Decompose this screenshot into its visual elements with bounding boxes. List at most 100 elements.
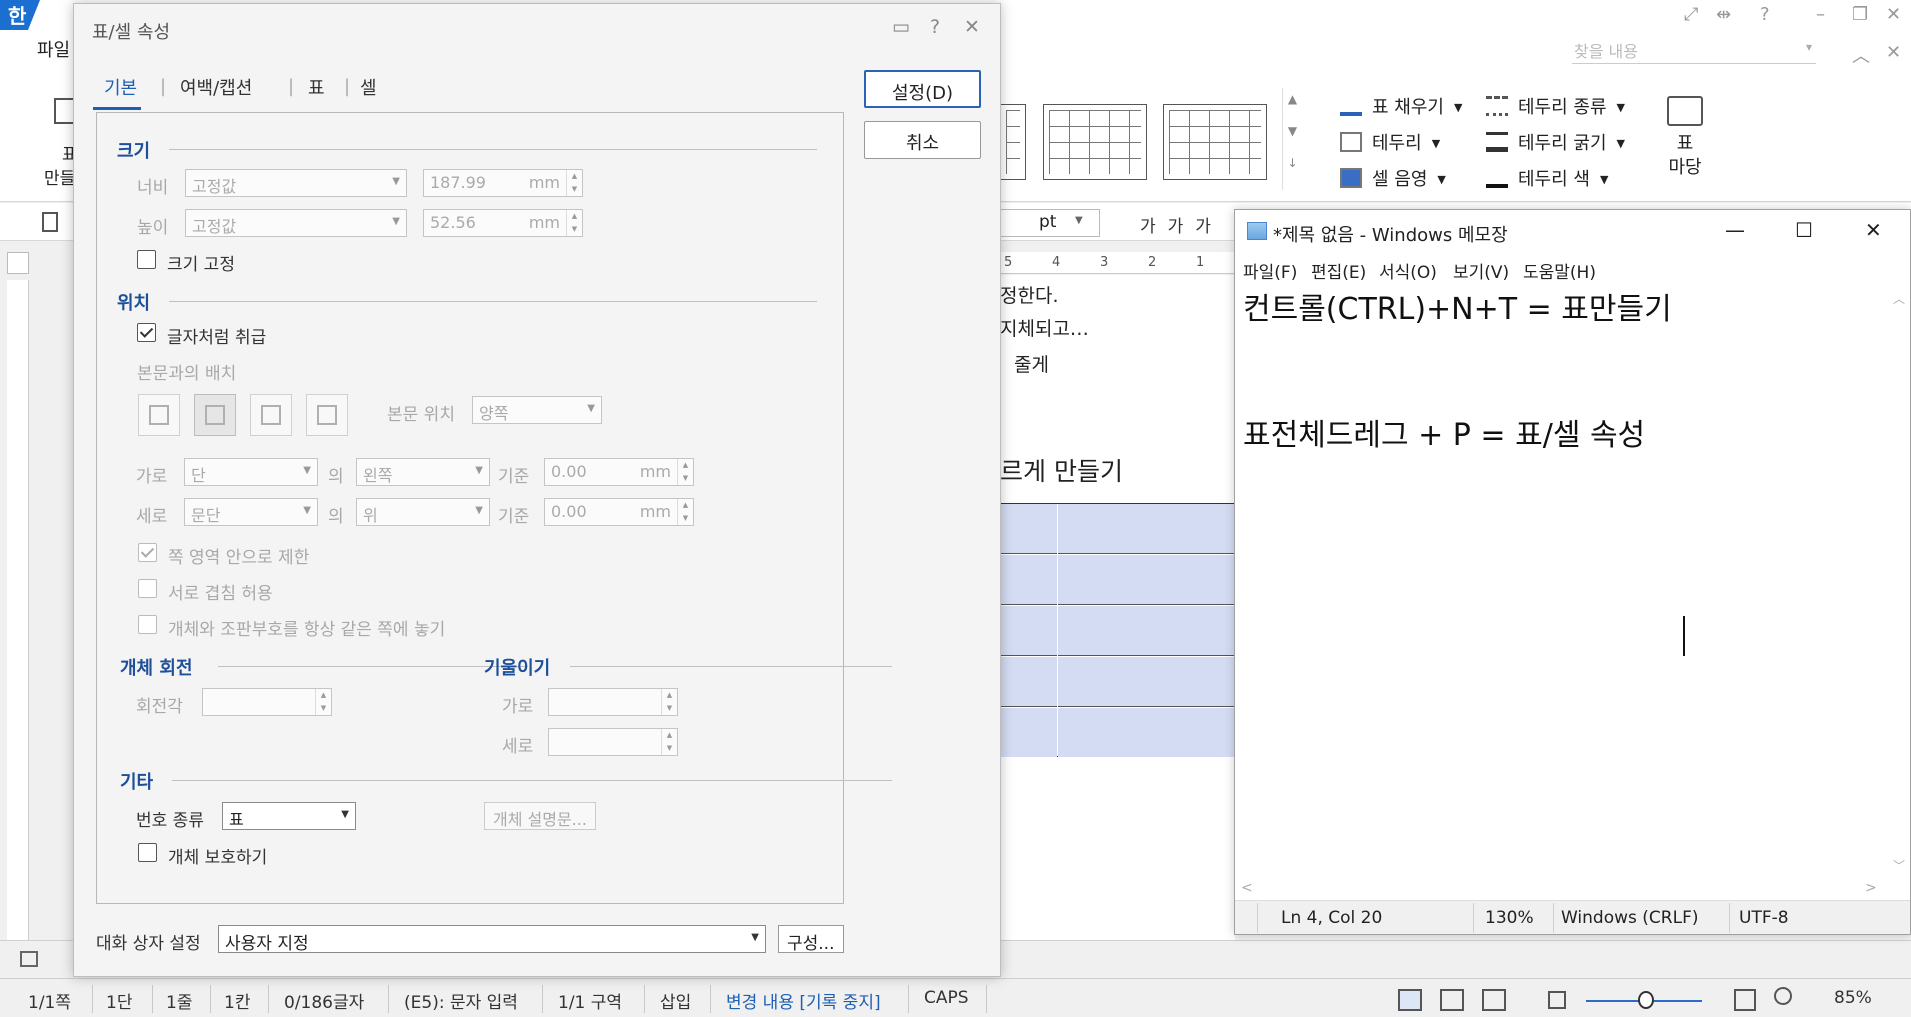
- same-page-checkbox[interactable]: [138, 615, 157, 634]
- scroll-right-icon[interactable]: >: [1865, 880, 1877, 896]
- vertical-base-label: 기준: [498, 507, 530, 527]
- close-icon[interactable]: ✕: [1886, 4, 1901, 25]
- doc-table[interactable]: [1000, 503, 1235, 757]
- ruler-corner[interactable]: [7, 252, 29, 274]
- maximize-icon[interactable]: ☐: [1795, 218, 1813, 242]
- comment-icon[interactable]: ▭: [892, 16, 910, 38]
- restore-icon[interactable]: ❐: [1852, 4, 1868, 25]
- height-value-input[interactable]: 52.56 mm ▲ ▼: [423, 209, 583, 237]
- scroll-left-icon[interactable]: <: [1241, 880, 1253, 896]
- limit-page-checkbox[interactable]: [138, 543, 157, 562]
- tab-margin-caption[interactable]: 여백/캡션: [180, 74, 252, 100]
- fill-table-button[interactable]: 표 채우기 ▼: [1340, 93, 1462, 119]
- new-document-icon[interactable]: [42, 212, 58, 232]
- help-icon[interactable]: ?: [1760, 4, 1770, 25]
- wrap-behind-button[interactable]: [250, 394, 292, 436]
- border-width-button[interactable]: 테두리 굵기 ▼: [1486, 129, 1625, 155]
- lock-size-checkbox[interactable]: [137, 250, 156, 269]
- notepad-text-area[interactable]: 컨트롤(CTRL)+N+T = 표만들기 표전체드레그 + P = 표/셀 속성: [1235, 284, 1888, 878]
- zoom-slider-thumb[interactable]: [1638, 991, 1654, 1009]
- fullscreen-icon[interactable]: ⤢: [1684, 4, 1698, 25]
- status-zoom[interactable]: 85%: [1834, 988, 1872, 1008]
- scroll-up-icon[interactable]: ︿: [1888, 290, 1910, 307]
- menu-help[interactable]: 도움말(H): [1523, 258, 1596, 283]
- ok-button[interactable]: 설정(D): [864, 70, 981, 108]
- wrap-front-button[interactable]: [306, 394, 348, 436]
- tab-cell[interactable]: 셀: [360, 74, 377, 100]
- view-normal-icon[interactable]: [1398, 989, 1422, 1011]
- height-mode-select[interactable]: 고정값 ▼: [185, 209, 407, 237]
- border-width-icon: [1486, 132, 1508, 152]
- comment-icon[interactable]: [20, 951, 38, 967]
- object-description-button[interactable]: 개체 설명문...: [484, 802, 596, 830]
- minimize-icon[interactable]: –: [1816, 4, 1825, 25]
- find-input[interactable]: 찾을 내용 ▾: [1572, 38, 1816, 64]
- scroll-up-icon[interactable]: ▲: [1283, 92, 1302, 106]
- tab-table[interactable]: 표: [308, 74, 325, 100]
- border-type-button[interactable]: 테두리 종류 ▼: [1486, 93, 1625, 119]
- close-icon[interactable]: ✕: [964, 16, 980, 38]
- status-insert[interactable]: 삽입: [660, 988, 691, 1013]
- view-page-icon[interactable]: [1482, 989, 1506, 1011]
- width-mode-select[interactable]: 고정값 ▼: [185, 169, 407, 197]
- scroll-down-icon[interactable]: ▼: [1283, 124, 1302, 138]
- treat-as-char-checkbox[interactable]: [137, 323, 156, 342]
- expand-icon[interactable]: ↓: [1283, 156, 1302, 170]
- chevron-down-icon: ▼: [341, 809, 349, 820]
- width-value-input[interactable]: 187.99 mm ▲ ▼: [423, 169, 583, 197]
- font-size-unit[interactable]: pt ▼: [1000, 209, 1100, 237]
- dialog-setting-select[interactable]: 사용자 지정 ▼: [218, 925, 766, 954]
- zoom-magnifier-icon[interactable]: [1774, 987, 1792, 1005]
- configure-button[interactable]: 구성...: [778, 925, 844, 954]
- chevron-down-icon[interactable]: ▾: [1806, 40, 1812, 54]
- border-button[interactable]: 테두리 ▼: [1340, 129, 1440, 155]
- cell-shade-button[interactable]: 셀 음영 ▼: [1340, 165, 1446, 191]
- split-icon[interactable]: ⇹: [1716, 4, 1731, 25]
- template-scroll[interactable]: ▲ ▼ ↓: [1282, 88, 1302, 190]
- vertical-scrollbar[interactable]: ︿ ﹀: [1888, 284, 1910, 878]
- table-style-template[interactable]: [1163, 104, 1267, 180]
- zoom-fit-icon[interactable]: [1548, 991, 1566, 1009]
- font-style-buttons[interactable]: 가가가: [1140, 212, 1223, 237]
- wrap-square-button[interactable]: [138, 394, 180, 436]
- number-type-select[interactable]: 표 ▼: [222, 802, 356, 830]
- menu-view[interactable]: 보기(V): [1453, 258, 1509, 283]
- allow-overlap-checkbox[interactable]: [138, 579, 157, 598]
- border-icon: [1340, 132, 1362, 152]
- view-width-icon[interactable]: [1440, 989, 1464, 1011]
- horizontal-offset-input[interactable]: 0.00 mm ▲ ▼: [544, 458, 694, 486]
- scroll-down-icon[interactable]: ﹀: [1893, 857, 1905, 874]
- vertical-align-select[interactable]: 위 ▼: [356, 498, 490, 526]
- vertical-ref-select[interactable]: 문단 ▼: [184, 498, 318, 526]
- minimize-icon[interactable]: —: [1725, 218, 1745, 242]
- protect-object-checkbox[interactable]: [138, 843, 157, 862]
- spinner-icon: ▲ ▼: [677, 499, 693, 525]
- table-style-template[interactable]: [1043, 104, 1147, 180]
- close-icon[interactable]: ✕: [1865, 218, 1882, 242]
- body-position-select[interactable]: 양쪽 ▼: [472, 396, 602, 424]
- border-color-button[interactable]: 테두리 색 ▼: [1486, 165, 1608, 191]
- menu-format[interactable]: 서식(O): [1379, 258, 1437, 283]
- zoom-page-icon[interactable]: [1734, 989, 1756, 1011]
- horizontal-align-select[interactable]: 왼쪽 ▼: [356, 458, 490, 486]
- horizontal-ref-select[interactable]: 단 ▼: [184, 458, 318, 486]
- close-icon[interactable]: ✕: [1886, 42, 1901, 63]
- skew-horizontal-input[interactable]: ▲ ▼: [548, 688, 678, 716]
- menu-edit[interactable]: 편집(E): [1311, 258, 1366, 283]
- help-icon[interactable]: ?: [930, 16, 940, 38]
- chevron-up-icon[interactable]: ︿: [1852, 42, 1870, 68]
- rotation-angle-input[interactable]: ▲ ▼: [202, 688, 332, 716]
- cancel-button[interactable]: 취소: [864, 121, 981, 159]
- table-style-template[interactable]: [1000, 104, 1026, 180]
- menu-file[interactable]: 파일: [37, 36, 70, 62]
- of-label: 의: [328, 467, 344, 487]
- wrap-top-bottom-button[interactable]: [194, 394, 236, 436]
- table-madang-button[interactable]: 표 마당: [1660, 96, 1710, 180]
- vertical-offset-input[interactable]: 0.00 mm ▲ ▼: [544, 498, 694, 526]
- skew-vertical-input[interactable]: ▲ ▼: [548, 728, 678, 756]
- status-track-changes[interactable]: 변경 내용 [기록 중지]: [726, 988, 881, 1013]
- status-page[interactable]: 1/1쪽: [28, 988, 71, 1013]
- tab-basic[interactable]: 기본: [104, 74, 137, 100]
- menu-file[interactable]: 파일(F): [1243, 258, 1297, 283]
- horizontal-scrollbar[interactable]: < >: [1235, 878, 1910, 900]
